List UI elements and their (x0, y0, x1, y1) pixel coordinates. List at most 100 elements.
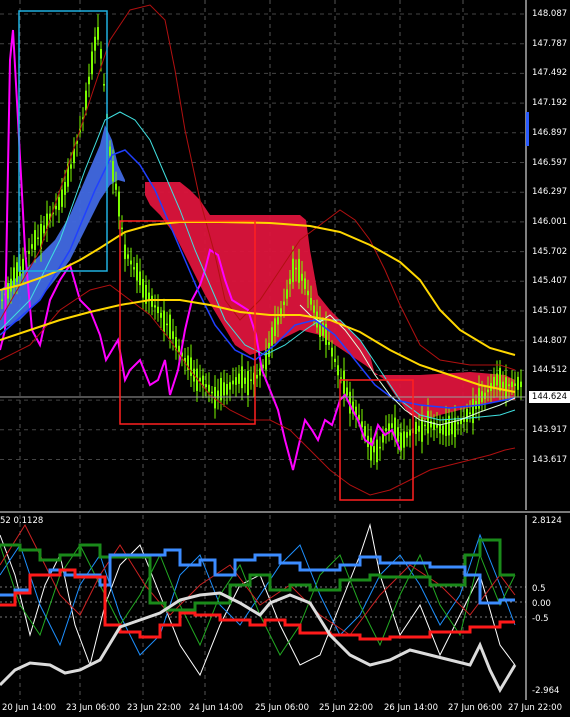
candle-body (124, 244, 126, 260)
candle-body (376, 439, 378, 463)
price-tick-label: 145.407 (532, 276, 568, 287)
candle-body (139, 271, 141, 286)
candle-body (229, 382, 231, 390)
thin-green-line (0, 544, 516, 656)
candle-body (58, 197, 60, 211)
candle-body (136, 262, 138, 281)
candle-body (157, 306, 159, 314)
scroll-handle[interactable] (526, 112, 529, 146)
candle-body (133, 267, 135, 270)
candle-body (508, 384, 510, 387)
price-tick-label: 146.297 (532, 187, 568, 198)
candle-body (190, 357, 192, 376)
time-tick-label: 24 Jun 14:00 (189, 703, 243, 713)
candle-body (337, 365, 339, 376)
candle-body (466, 408, 468, 422)
price-chart-pane[interactable] (0, 0, 570, 510)
candle-body (295, 267, 297, 270)
candle-body (442, 425, 444, 435)
candle-body (451, 421, 453, 435)
candle-body (208, 384, 210, 392)
candle-body (469, 412, 471, 414)
candle-body (115, 183, 117, 190)
candle-body (256, 374, 258, 379)
candle-body (55, 205, 57, 210)
candle-body (382, 433, 384, 443)
candle-body (409, 430, 411, 436)
time-tick-label: 27 Jun 06:00 (448, 703, 502, 713)
candle-body (400, 432, 402, 451)
indicator-pane[interactable] (0, 515, 570, 700)
candle-body (70, 164, 72, 169)
candle-body (301, 273, 303, 281)
candle-body (166, 323, 168, 326)
candle-body (142, 279, 144, 298)
price-tick-label: 148.087 (532, 9, 568, 19)
candle-body (274, 318, 276, 337)
candle-body (283, 301, 285, 306)
indicator-tick-label: 0.5 (532, 584, 546, 594)
price-tick-label: 143.917 (532, 424, 568, 435)
indicator-canvas[interactable] (0, 515, 570, 700)
price-tick-label: 144.807 (532, 335, 568, 346)
candle-body (118, 191, 120, 217)
candle-body (304, 278, 306, 289)
price-chart-canvas[interactable] (0, 0, 570, 510)
candle-body (289, 278, 291, 285)
candle-body (364, 426, 366, 437)
candle-body (31, 244, 33, 249)
pane-separator[interactable] (0, 511, 570, 513)
candle-body (385, 428, 387, 432)
candle-body (37, 237, 39, 239)
candle-body (34, 230, 36, 250)
candle-body (415, 421, 417, 435)
indicator-tick-label: -2.964 (532, 686, 560, 696)
price-tick-label: 146.001 (532, 216, 568, 227)
candle-body (223, 382, 225, 396)
candle-body (163, 310, 165, 333)
candle-body (436, 424, 438, 428)
candle-body (28, 250, 30, 254)
candle-body (127, 254, 129, 259)
candle-body (448, 415, 450, 436)
candle-body (457, 422, 459, 425)
candle-body (103, 83, 105, 86)
candle-body (298, 258, 300, 283)
candle-body (130, 260, 132, 265)
candle-body (259, 368, 261, 376)
candle-body (334, 358, 336, 363)
candle-body (151, 295, 153, 307)
time-tick-label: 26 Jun 14:00 (384, 703, 438, 713)
indicator-tick-label: -0.5 (532, 614, 549, 624)
candle-body (172, 331, 174, 339)
candle-body (424, 424, 426, 427)
candle-body (286, 289, 288, 299)
candle-body (487, 389, 489, 393)
candle-body (85, 90, 87, 111)
indicator-tick-label: 2.8124 (532, 516, 562, 526)
candle-body (307, 290, 309, 296)
price-tick-label: 145.702 (532, 246, 568, 257)
candle-body (271, 327, 273, 346)
candle-body (88, 76, 90, 85)
price-tick-label: 146.597 (532, 157, 568, 168)
candle-body (370, 437, 372, 461)
candle-body (496, 373, 498, 386)
time-tick-label: 23 Jun 06:00 (66, 703, 120, 713)
time-tick-label: 23 Jun 22:00 (127, 703, 181, 713)
indicator-grid (0, 515, 527, 700)
candle-body (169, 314, 171, 340)
candle-body (205, 384, 207, 388)
candle-body (61, 189, 63, 207)
candle-body (13, 267, 15, 286)
candle-body (313, 305, 315, 313)
candle-body (373, 446, 375, 453)
candle-body (97, 27, 99, 40)
candle-body (64, 181, 66, 195)
price-tick-label: 144.512 (532, 365, 568, 376)
price-tick-label: 145.107 (532, 306, 568, 316)
price-tick-label: 147.787 (532, 38, 568, 49)
candle-body (292, 258, 294, 283)
candle-body (250, 379, 252, 381)
time-tick-label: 20 Jun 14:00 (2, 703, 56, 713)
